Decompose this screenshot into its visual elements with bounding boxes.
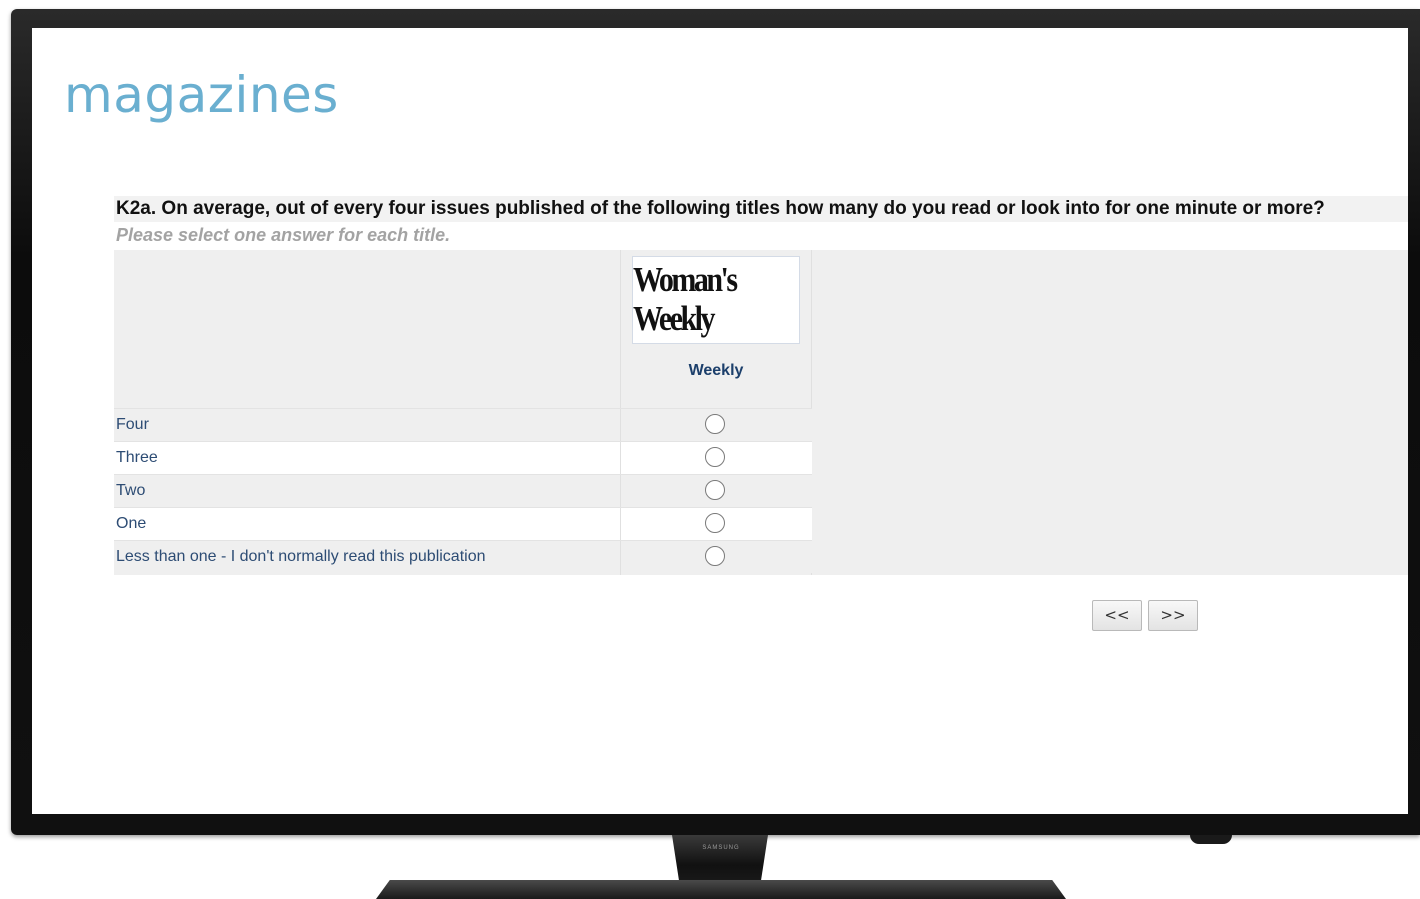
tv-brand-label: SAMSUNG	[702, 845, 740, 851]
page-title: magazines	[64, 66, 339, 124]
option-label: One	[116, 515, 147, 532]
row-divider	[620, 475, 621, 507]
option-label: Two	[116, 482, 146, 499]
radio-less-than-one[interactable]	[705, 546, 725, 566]
radio-one[interactable]	[705, 513, 725, 533]
question-text: K2a. On average, out of every four issue…	[114, 196, 1408, 222]
radio-two[interactable]	[705, 480, 725, 500]
publication-logo-text: Woman's Weekly	[633, 260, 738, 338]
survey-screen: magazines K2a. On average, out of every …	[32, 28, 1408, 814]
next-button[interactable]: >>	[1148, 600, 1198, 631]
row-divider	[620, 508, 621, 540]
radio-three[interactable]	[705, 447, 725, 467]
row-divider	[620, 442, 621, 474]
publication-logo: Woman's Weekly	[632, 256, 800, 344]
row-divider	[620, 409, 621, 441]
tv-stand-neck	[672, 835, 768, 885]
radio-four[interactable]	[705, 414, 725, 434]
publication-frequency: Weekly	[688, 362, 744, 379]
option-label: Three	[116, 449, 158, 466]
option-label: Four	[116, 416, 149, 433]
row-divider	[620, 541, 621, 573]
option-label: Less than one - I don't normally read th…	[116, 548, 486, 565]
question-instruction: Please select one answer for each title.	[116, 225, 451, 245]
tv-stand-base	[376, 880, 1066, 899]
tv-power-led	[1190, 835, 1232, 844]
back-button[interactable]: <<	[1092, 600, 1142, 631]
